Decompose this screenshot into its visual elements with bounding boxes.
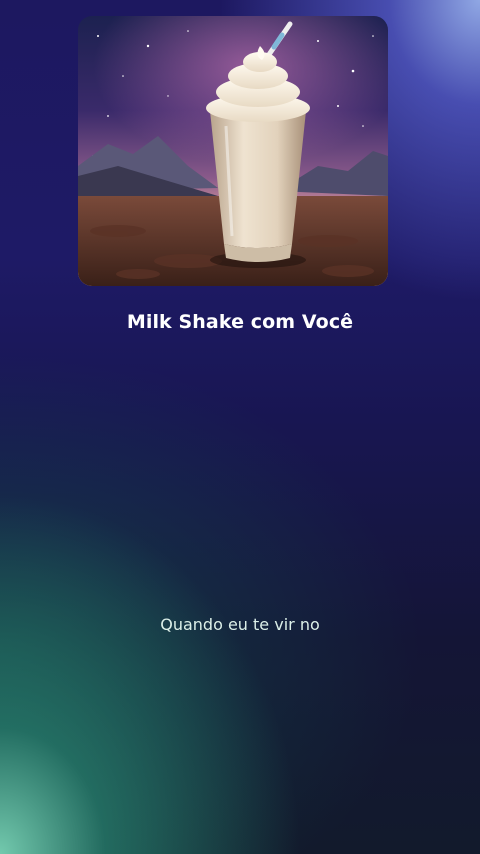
lyric-line-current: Quando eu te vir no xyxy=(160,615,320,634)
milkshake-artwork-image xyxy=(78,16,388,286)
album-artwork xyxy=(78,16,388,286)
song-title: Milk Shake com Você xyxy=(126,311,354,333)
